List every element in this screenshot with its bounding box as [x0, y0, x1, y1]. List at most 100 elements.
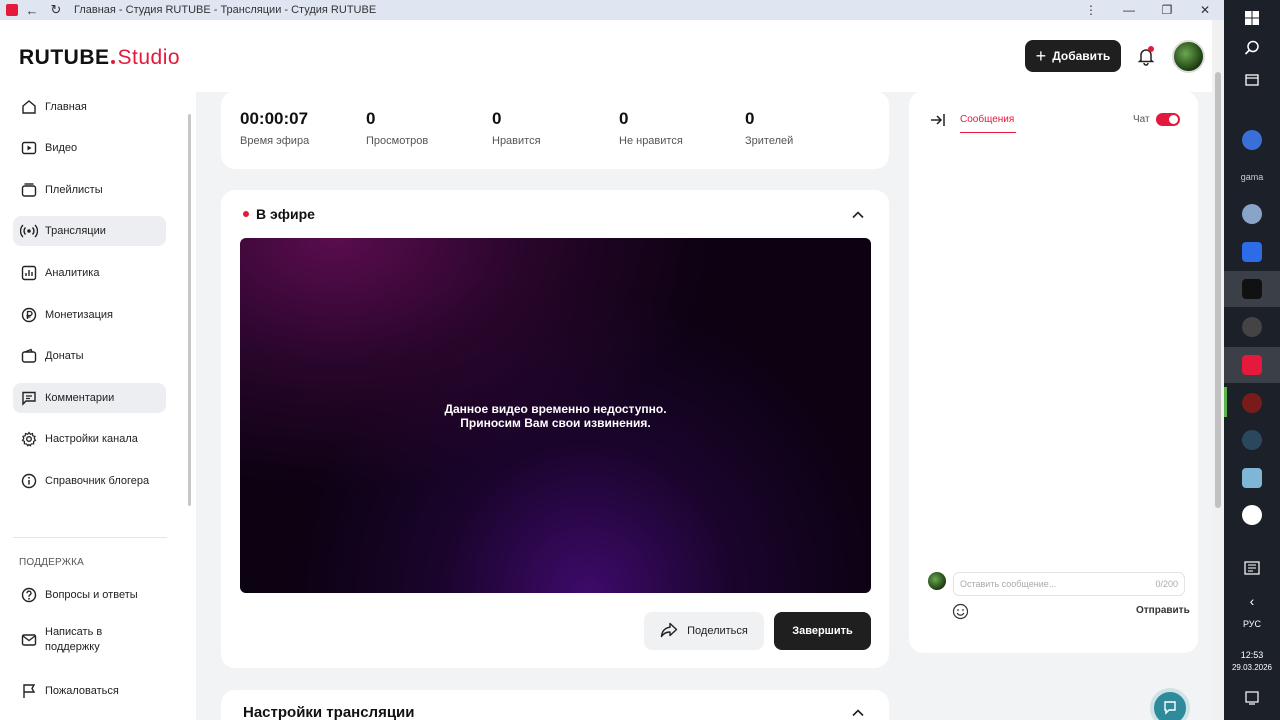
- taskbar-app-11-icon[interactable]: [1224, 497, 1280, 533]
- stat-views: 0 Просмотров: [366, 109, 428, 147]
- sidebar-item-broadcasts[interactable]: Трансляции: [13, 216, 166, 246]
- share-button-label: Поделиться: [687, 625, 748, 637]
- chat-toggle[interactable]: [1156, 113, 1180, 126]
- broadcast-icon: [20, 222, 38, 240]
- info-icon: [20, 472, 38, 490]
- sidebar-item-faq[interactable]: Вопросы и ответы: [13, 580, 166, 610]
- language-indicator[interactable]: РУС: [1224, 619, 1280, 629]
- search-icon[interactable]: [1224, 30, 1280, 66]
- end-stream-button[interactable]: Завершить: [774, 612, 871, 650]
- stream-settings-card: Настройки трансляции: [221, 690, 889, 720]
- live-title-text: В эфире: [256, 206, 315, 222]
- chevron-up-icon[interactable]: [851, 706, 865, 720]
- app-header: RUTUBE Studio + Добавить: [0, 20, 1212, 92]
- sidebar-item-donations[interactable]: Донаты: [13, 341, 166, 371]
- question-icon: [20, 586, 38, 604]
- restore-icon[interactable]: ❐: [1148, 0, 1186, 20]
- sidebar: Главная Видео Плейлисты Трансляции Анали…: [0, 92, 196, 720]
- playlist-icon: [20, 181, 38, 199]
- support-chat-button[interactable]: [1150, 688, 1190, 720]
- sidebar-item-playlists[interactable]: Плейлисты: [13, 175, 166, 205]
- sidebar-item-label: Справочник блогера: [45, 474, 150, 487]
- taskbar-app-gama-icon[interactable]: gama: [1224, 159, 1280, 195]
- share-button[interactable]: Поделиться: [644, 612, 764, 650]
- browser-tab-title: Главная - Студия RUTUBE - Трансляции - С…: [74, 4, 377, 16]
- minimize-icon[interactable]: —: [1110, 0, 1148, 20]
- chevron-left-icon[interactable]: ‹: [1224, 583, 1280, 619]
- menu-dots-icon[interactable]: ⋮: [1072, 0, 1110, 20]
- stat-value: 0: [619, 109, 629, 128]
- taskbar-browser-icon[interactable]: [1224, 347, 1280, 383]
- taskbar-app-label: gama: [1240, 172, 1264, 182]
- sidebar-item-channel-settings[interactable]: Настройки канала: [13, 424, 166, 454]
- char-counter: 0/200: [1155, 579, 1178, 589]
- stat-value: 0: [492, 109, 502, 128]
- chat-panel: Сообщения Чат Оставить сообщение... 0/20…: [909, 91, 1198, 653]
- live-stream-card: В эфире Данное видео временно недоступно…: [221, 190, 889, 668]
- send-button[interactable]: Отправить: [1136, 605, 1190, 616]
- sidebar-item-label: Видео: [45, 141, 78, 154]
- taskbar-app-3-icon[interactable]: [1224, 196, 1280, 232]
- taskbar-app-10-icon[interactable]: [1224, 460, 1280, 496]
- flag-icon: [20, 682, 38, 700]
- video-player[interactable]: Данное видео временно недоступно. Принос…: [240, 238, 871, 593]
- back-icon[interactable]: ←: [20, 0, 44, 20]
- video-message-line1: Данное видео временно недоступно.: [444, 401, 667, 416]
- taskbar-active-indicator: [1224, 387, 1227, 417]
- bell-icon[interactable]: [1136, 46, 1156, 66]
- sidebar-scrollbar[interactable]: [188, 114, 191, 506]
- taskbar-steam-icon[interactable]: [1224, 422, 1280, 458]
- sidebar-divider: [13, 537, 167, 538]
- home-icon: [20, 98, 38, 116]
- sidebar-item-home[interactable]: Главная: [13, 92, 166, 122]
- notifications-icon[interactable]: [1224, 680, 1280, 716]
- reload-icon[interactable]: ↻: [44, 0, 68, 20]
- chevron-up-icon[interactable]: [851, 208, 865, 222]
- add-button[interactable]: + Добавить: [1025, 40, 1121, 72]
- sidebar-item-label: Настройки канала: [45, 432, 138, 445]
- sidebar-item-label: Донаты: [45, 349, 84, 362]
- stat-label: Не нравится: [619, 135, 683, 147]
- sidebar-item-comments[interactable]: Комментарии: [13, 383, 166, 413]
- taskbar-obs-icon[interactable]: [1224, 309, 1280, 345]
- sidebar-item-write-support[interactable]: Написать в поддержку: [13, 620, 166, 660]
- sidebar-item-label: Вопросы и ответы: [45, 588, 138, 601]
- taskbar-app-1-icon[interactable]: [1224, 122, 1280, 158]
- message-input[interactable]: Оставить сообщение... 0/200: [953, 572, 1185, 596]
- sidebar-item-video[interactable]: Видео: [13, 133, 166, 163]
- tab-messages[interactable]: Сообщения: [960, 114, 1014, 125]
- live-title: В эфире: [243, 206, 315, 222]
- chat-toggle-label: Чат: [1133, 114, 1150, 125]
- sidebar-item-analytics[interactable]: Аналитика: [13, 258, 166, 288]
- stat-likes: 0 Нравится: [492, 109, 541, 147]
- support-section-title: ПОДДЕРЖКА: [19, 557, 85, 568]
- stat-viewers: 0 Зрителей: [745, 109, 793, 147]
- news-icon[interactable]: [1224, 550, 1280, 586]
- live-dot-icon: [243, 211, 249, 217]
- emoji-icon[interactable]: [952, 603, 969, 620]
- collapse-panel-icon[interactable]: [929, 111, 947, 129]
- sidebar-item-report[interactable]: Пожаловаться: [13, 676, 166, 706]
- task-view-icon[interactable]: [1224, 62, 1280, 98]
- taskbar-app-8-icon[interactable]: [1224, 385, 1280, 421]
- avatar[interactable]: [1172, 40, 1205, 73]
- rutube-studio-logo[interactable]: RUTUBE Studio: [19, 46, 180, 76]
- sidebar-item-monetization[interactable]: Монетизация: [13, 300, 166, 330]
- page-scrollbar[interactable]: [1212, 20, 1224, 720]
- stat-value: 00:00:07: [240, 109, 309, 128]
- taskbar-app-4-icon[interactable]: [1224, 234, 1280, 270]
- sidebar-item-blogger-guide[interactable]: Справочник блогера: [13, 466, 166, 496]
- mail-icon: [20, 631, 38, 649]
- taskbar-app-5-icon[interactable]: [1224, 271, 1280, 307]
- stream-stats-card: 00:00:07 Время эфира 0 Просмотров 0 Нрав…: [221, 91, 889, 169]
- gear-icon: [20, 430, 38, 448]
- notification-dot: [1148, 46, 1154, 52]
- video-unavailable-message: Данное видео временно недоступно. Принос…: [444, 402, 666, 430]
- close-icon[interactable]: ✕: [1186, 0, 1224, 20]
- logo-main: RUTUBE: [19, 46, 110, 69]
- clock-date[interactable]: 29.03.2026: [1224, 663, 1280, 672]
- clock-time[interactable]: 12:53: [1224, 650, 1280, 660]
- add-button-label: Добавить: [1052, 49, 1111, 63]
- analytics-icon: [20, 264, 38, 282]
- stat-label: Время эфира: [240, 135, 310, 147]
